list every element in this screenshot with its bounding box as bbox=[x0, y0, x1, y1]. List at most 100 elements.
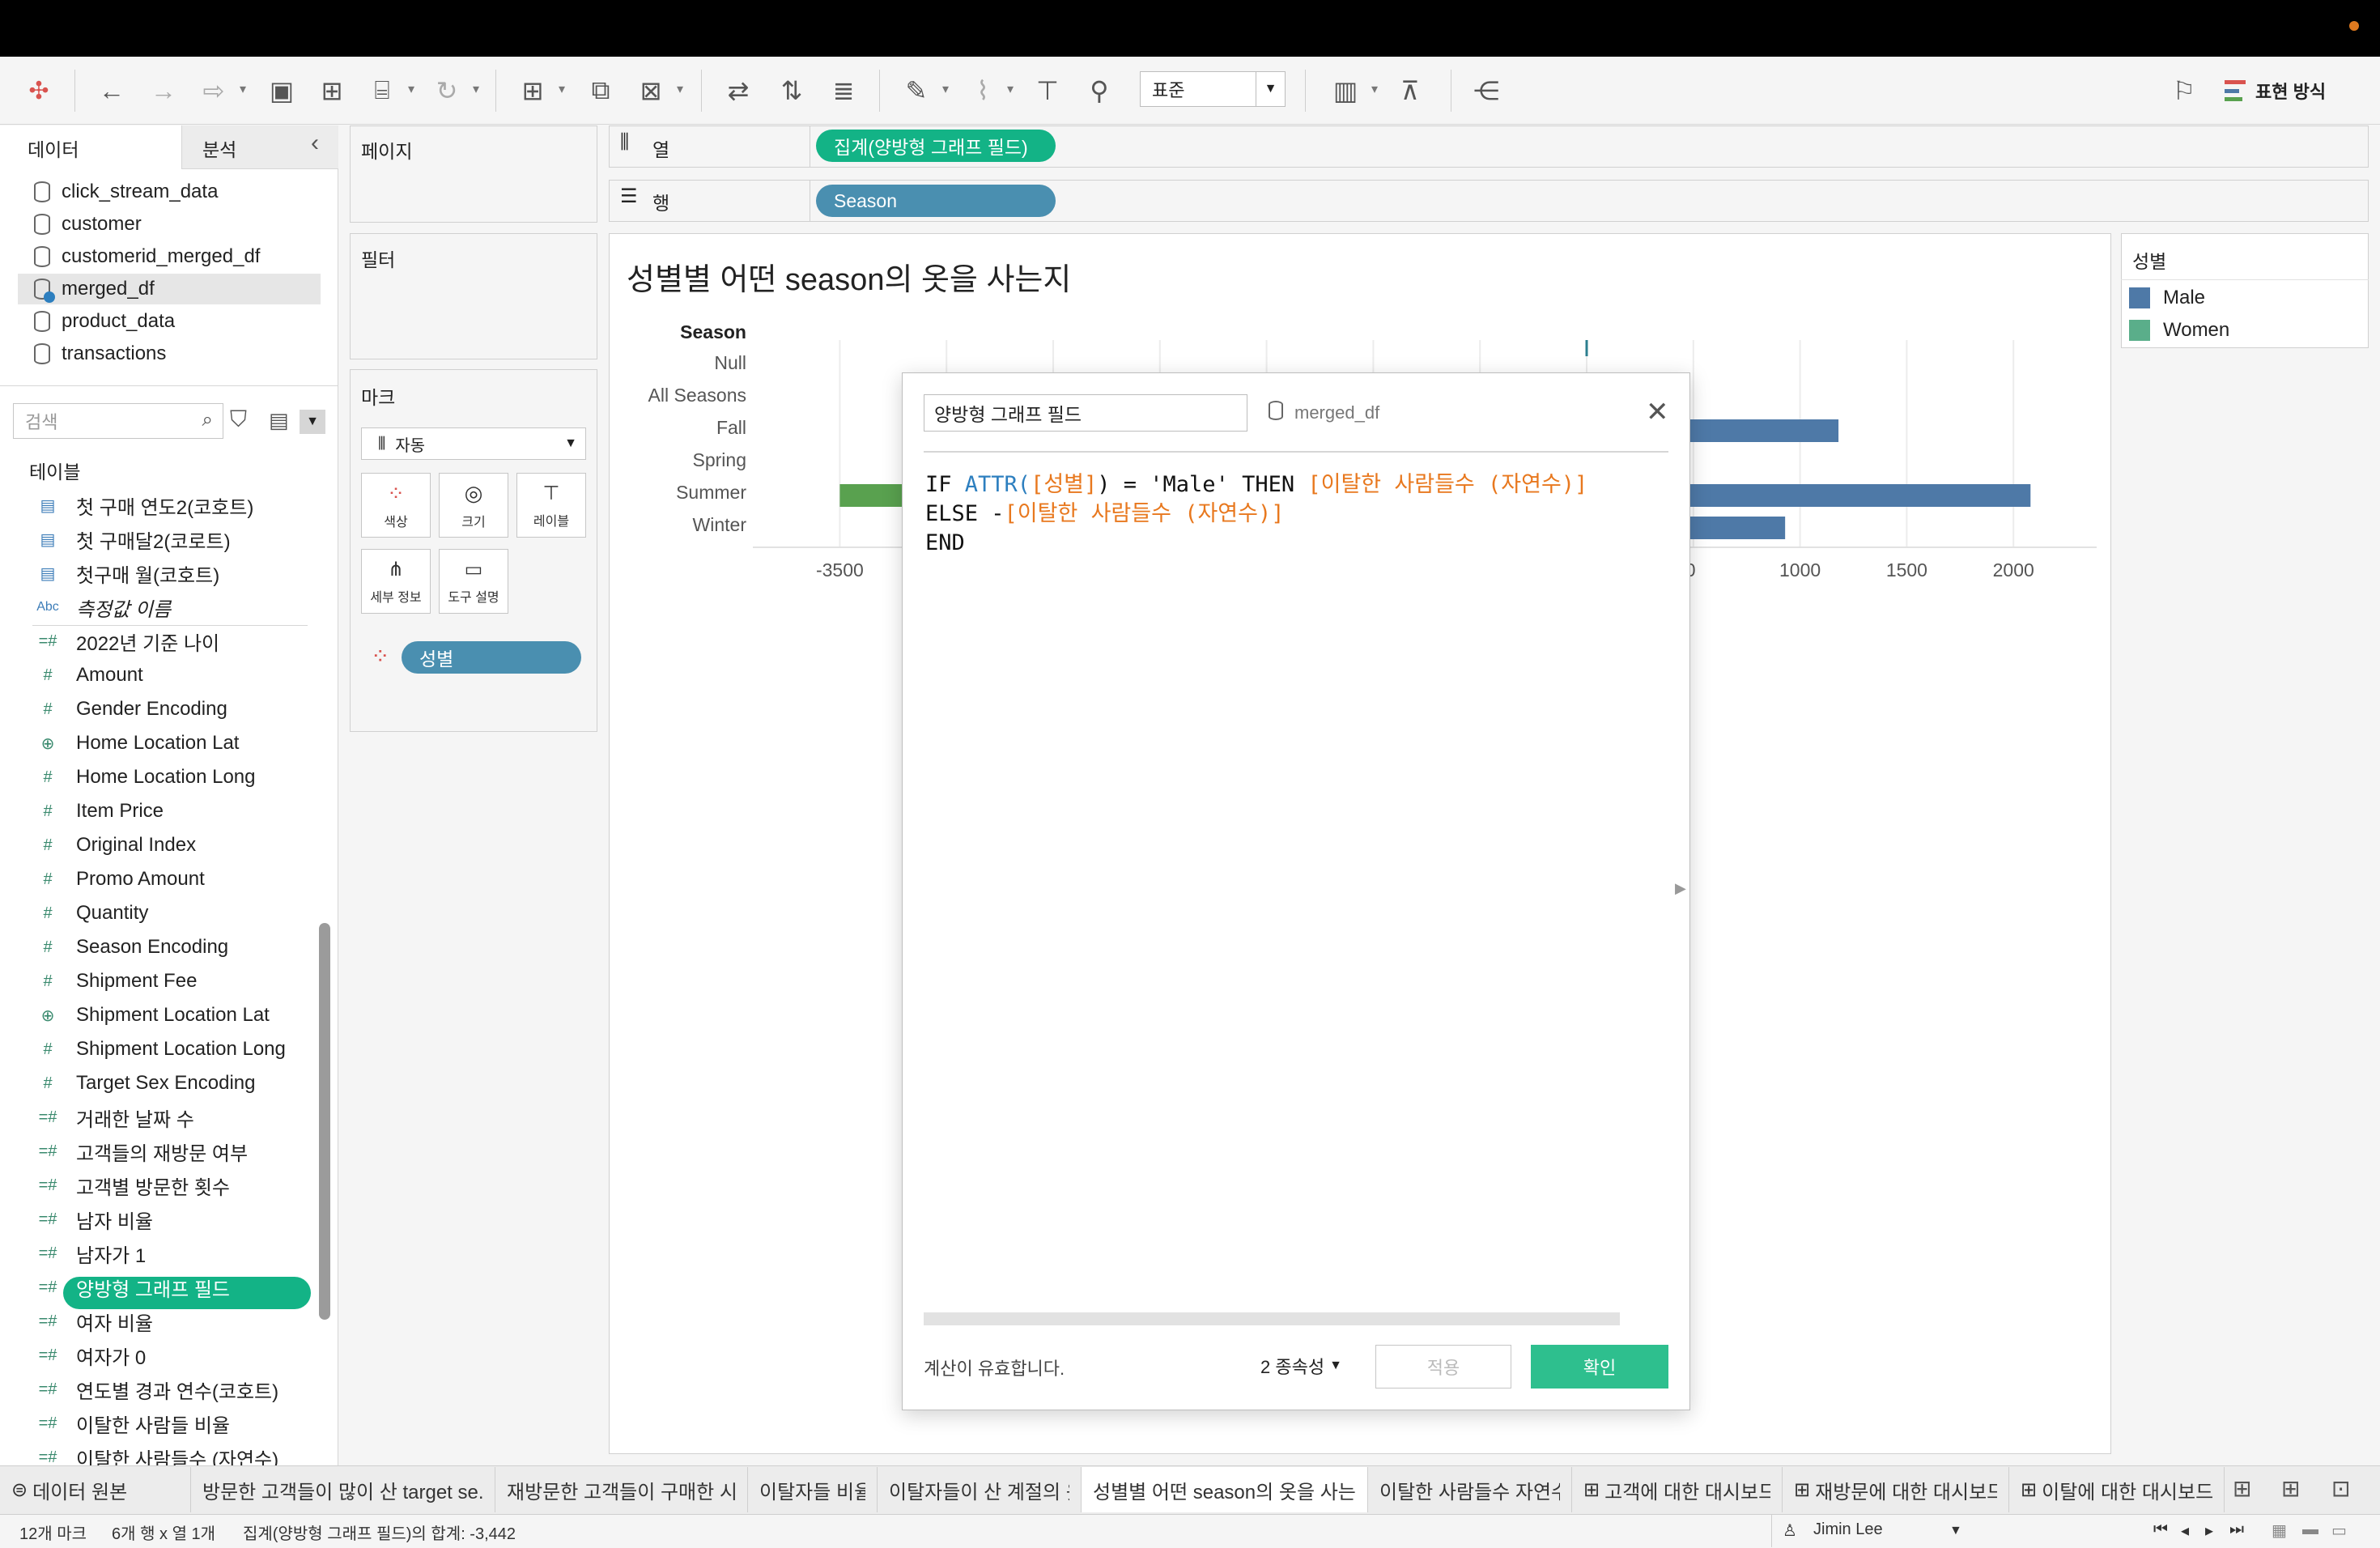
datasource-item[interactable]: customerid_merged_df bbox=[34, 242, 260, 271]
field-item[interactable]: # Quantity bbox=[32, 897, 148, 929]
sheet-tab[interactable]: 이탈한 사람들수 자연수 bbox=[1368, 1467, 1572, 1512]
presentation-mode-icon[interactable]: ⊼ bbox=[1392, 74, 1428, 107]
field-item[interactable]: Abc 측정값 이름 bbox=[32, 591, 171, 623]
calc-name-input[interactable]: 양방형 그래프 필드 bbox=[924, 394, 1247, 432]
show-me-button[interactable]: 표현 방식 bbox=[2225, 74, 2326, 107]
tableau-logo-icon[interactable]: ✣ bbox=[21, 74, 57, 107]
field-item[interactable]: # Original Index bbox=[32, 829, 196, 861]
collapse-pane-icon[interactable]: ‹ bbox=[311, 130, 319, 157]
chevron-down-icon[interactable]: ▾ bbox=[473, 81, 479, 97]
sheet-tab[interactable]: ⊞ 재방문에 대한 대시보드 bbox=[1783, 1467, 2009, 1512]
sheet-tab[interactable]: ⊜ 데이터 원본 bbox=[0, 1467, 191, 1512]
sort-ascending-icon[interactable]: ⇅ bbox=[774, 74, 810, 107]
new-datasource-icon[interactable]: ⊞ bbox=[314, 74, 350, 107]
last-sheet-icon[interactable]: ⏭ bbox=[2229, 1520, 2244, 1539]
signpost-icon[interactable]: ⚐ bbox=[2166, 74, 2202, 107]
close-icon[interactable]: ✕ bbox=[1646, 396, 1669, 428]
sheet-tab[interactable]: 이탈자들 비율 bbox=[748, 1467, 878, 1512]
fit-select[interactable]: 표준 ▼ bbox=[1140, 71, 1286, 107]
datasource-item[interactable]: click_stream_data bbox=[34, 177, 218, 206]
field-item[interactable]: =# 고객들의 재방문 여부 bbox=[32, 1135, 248, 1167]
field-item[interactable]: # Target Sex Encoding bbox=[32, 1067, 255, 1099]
rows-field-pill[interactable]: Season bbox=[816, 185, 1056, 217]
expand-panel-icon[interactable]: ▶ bbox=[1675, 880, 1686, 897]
group-icon[interactable]: ⌇ bbox=[965, 74, 1001, 107]
field-item[interactable]: ▤ 첫 구매달2(코로트) bbox=[32, 523, 231, 555]
chevron-down-icon[interactable]: ▾ bbox=[1371, 81, 1378, 97]
field-item[interactable]: ▤ 첫 구매 연도2(코호트) bbox=[32, 489, 254, 521]
sheet-tab[interactable]: 재방문한 고객들이 구매한 시간 bbox=[495, 1467, 748, 1512]
datasource-item[interactable]: product_data bbox=[34, 307, 175, 336]
next-sheet-icon[interactable]: ▸ bbox=[2205, 1520, 2213, 1541]
field-item[interactable]: =# 여자 비율 bbox=[32, 1305, 153, 1337]
sheet-tab[interactable]: ⊞ 이탈에 대한 대시보드 bbox=[2009, 1467, 2225, 1512]
new-dashboard-icon[interactable]: ⊞ bbox=[2281, 1475, 2300, 1502]
legend-item-male[interactable]: Male bbox=[2129, 287, 2205, 309]
filter-icon[interactable]: ⛉ bbox=[230, 406, 247, 433]
datasource-icon[interactable]: ⌸ bbox=[364, 74, 400, 107]
field-item[interactable]: =# 거래한 날짜 수 bbox=[32, 1101, 194, 1133]
color-button[interactable]: ⁘ 색상 bbox=[361, 473, 431, 538]
field-item[interactable]: =# 양방형 그래프 필드 bbox=[32, 1271, 230, 1303]
chevron-down-icon[interactable]: ▾ bbox=[677, 81, 683, 97]
pin-icon[interactable]: ⚲ bbox=[1082, 74, 1117, 107]
field-item[interactable]: =# 남자가 1 bbox=[32, 1237, 147, 1269]
highlight-icon[interactable]: ✎ bbox=[899, 74, 934, 107]
detail-button[interactable]: ⋔ 세부 정보 bbox=[361, 549, 431, 614]
refresh-icon[interactable]: ↻ bbox=[429, 74, 465, 107]
replay-icon[interactable]: ⇨ bbox=[196, 74, 232, 107]
filmstrip-view-icon[interactable]: ▬ bbox=[2302, 1520, 2318, 1539]
datasource-item[interactable]: customer bbox=[34, 210, 142, 239]
columns-field-pill[interactable]: 집계(양방형 그래프 필드) bbox=[816, 130, 1056, 162]
new-story-icon[interactable]: ⊡ bbox=[2331, 1475, 2350, 1502]
prev-sheet-icon[interactable]: ◂ bbox=[2181, 1520, 2189, 1541]
undo-icon[interactable]: ← bbox=[94, 74, 130, 107]
label-button[interactable]: ⊤ 레이블 bbox=[516, 473, 586, 538]
field-item[interactable]: =# 여자가 0 bbox=[32, 1339, 147, 1372]
field-item[interactable]: # Amount bbox=[32, 659, 142, 691]
scrollbar[interactable] bbox=[319, 923, 330, 1320]
size-button[interactable]: ◎ 크기 bbox=[439, 473, 508, 538]
field-item[interactable]: =# 고객별 방문한 횟수 bbox=[32, 1169, 230, 1201]
chevron-down-icon[interactable]: ▾ bbox=[240, 81, 246, 97]
field-item[interactable]: # Gender Encoding bbox=[32, 693, 227, 725]
user-name[interactable]: Jimin Lee bbox=[1813, 1520, 1883, 1539]
search-input[interactable]: 검색 ⌕ bbox=[13, 403, 223, 439]
chevron-down-icon[interactable]: ▼ bbox=[300, 410, 325, 434]
new-worksheet-icon[interactable]: ⊞ bbox=[2233, 1475, 2251, 1502]
chevron-down-icon[interactable]: ▼ bbox=[1949, 1524, 1962, 1538]
sheet-tab[interactable]: 이탈자들이 산 계절의 옷 bbox=[878, 1467, 1082, 1512]
redo-icon[interactable]: → bbox=[146, 74, 181, 107]
tab-view-icon[interactable]: ▭ bbox=[2331, 1520, 2347, 1541]
dependencies-dropdown[interactable]: 2 종속성 ▼ bbox=[1260, 1353, 1342, 1379]
datasource-item[interactable]: transactions bbox=[34, 339, 166, 368]
field-item[interactable]: =# 이탈한 사람들 비율 bbox=[32, 1407, 230, 1440]
sheet-tab[interactable]: 방문한 고객들이 많이 산 target se... bbox=[191, 1467, 495, 1512]
field-item[interactable]: # Home Location Long bbox=[32, 761, 255, 793]
sort-descending-icon[interactable]: ≣ bbox=[826, 74, 861, 107]
field-item[interactable]: ⊕ Shipment Location Lat bbox=[32, 999, 270, 1031]
field-item[interactable]: # Item Price bbox=[32, 795, 164, 827]
ok-button[interactable]: 확인 bbox=[1531, 1345, 1668, 1389]
duplicate-sheet-icon[interactable]: ⧉ bbox=[583, 74, 618, 107]
chevron-down-icon[interactable]: ▾ bbox=[408, 81, 414, 97]
grid-view-icon[interactable]: ▦ bbox=[2272, 1520, 2287, 1541]
datasource-item-active[interactable]: merged_df bbox=[34, 274, 155, 304]
mark-type-select[interactable]: ⫴ 자동 ▼ bbox=[361, 427, 586, 460]
view-options-icon[interactable]: ▤ bbox=[269, 408, 289, 433]
swap-rows-columns-icon[interactable]: ⇄ bbox=[720, 74, 756, 107]
tooltip-button[interactable]: ▭ 도구 설명 bbox=[439, 549, 508, 614]
field-item[interactable]: ⊕ Home Location Lat bbox=[32, 727, 240, 759]
sheet-tab[interactable]: ⊞ 고객에 대한 대시보드 bbox=[1572, 1467, 1783, 1512]
field-item[interactable]: # Promo Amount bbox=[32, 863, 204, 895]
save-icon[interactable]: ▣ bbox=[264, 74, 300, 107]
clear-sheet-icon[interactable]: ⊠ bbox=[633, 74, 669, 107]
field-item[interactable]: =# 연도별 경과 연수(코호트) bbox=[32, 1373, 279, 1406]
chevron-down-icon[interactable]: ▾ bbox=[1007, 81, 1014, 97]
field-item[interactable]: ▤ 첫구매 월(코호트) bbox=[32, 557, 220, 589]
new-worksheet-icon[interactable]: ⊞ bbox=[515, 74, 550, 107]
first-sheet-icon[interactable]: ⏮ bbox=[2153, 1520, 2168, 1539]
chevron-down-icon[interactable]: ▾ bbox=[942, 81, 949, 97]
share-icon[interactable]: ⋲ bbox=[1468, 74, 1504, 107]
field-item[interactable]: # Shipment Location Long bbox=[32, 1033, 285, 1065]
